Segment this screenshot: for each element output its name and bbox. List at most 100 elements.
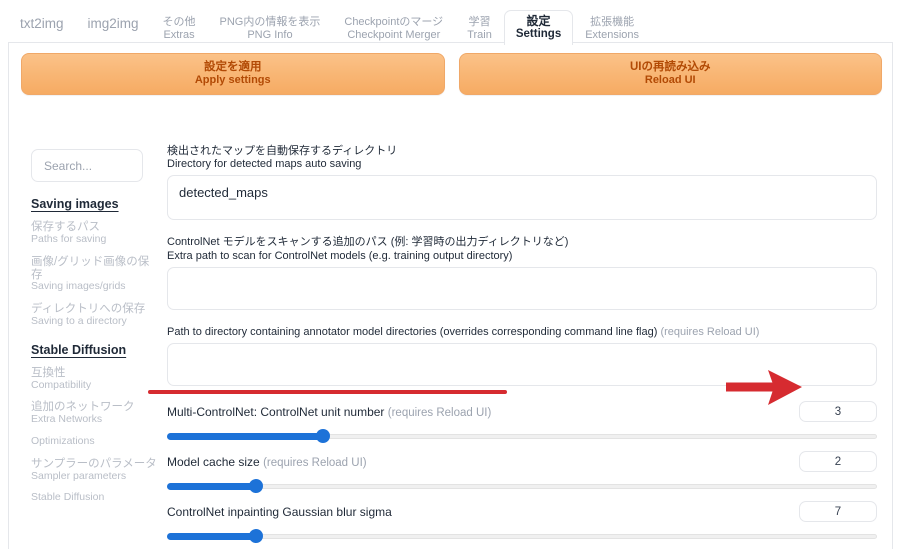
annotator-model-dir-label-note: (requires Reload UI) [660,326,759,338]
controlnet-inpainting-gaussian-blur-sigma-row: ControlNet inpainting Gaussian blur sigm… [167,502,877,543]
detected-maps-dir-field: 検出されたマップを自動保存するディレクトリDirectory for detec… [167,145,877,225]
tab-checkpoint-merger-label-en: Checkpoint Merger [344,29,443,41]
apply-settings-button-label-en: Apply settings [195,74,271,87]
multi-controlnet-unit-number-label: Multi-ControlNet: ControlNet unit number… [167,405,491,419]
tab-txt2img[interactable]: txt2img [8,2,76,45]
model-cache-size-value[interactable]: 2 [799,451,877,472]
tab-train-label-ja: 学習 [467,16,492,28]
reload-ui-button[interactable]: UIの再読み込みReload UI [459,53,883,95]
sidebar-item-paths-for-saving-label-en: Paths for saving [31,234,159,246]
reload-ui-button-label-ja: UIの再読み込み [630,61,711,75]
tab-extensions-label-ja: 拡張機能 [585,16,639,28]
multi-controlnet-unit-number-label-note: (requires Reload UI) [388,407,492,419]
tab-extensions[interactable]: 拡張機能Extensions [573,11,651,45]
tab-img2img[interactable]: img2img [76,2,151,45]
controlnet-inpainting-gaussian-blur-sigma-slider-fill [167,533,256,540]
detected-maps-dir-label-en-text: Directory for detected maps auto saving [167,158,361,170]
settings-page: txt2imgimg2imgその他ExtrasPNG内の情報を表示PNG Inf… [0,0,900,549]
tab-extras-label-ja: その他 [163,16,196,28]
sidebar-item-stable-diffusion[interactable]: Stable Diffusion [31,492,159,504]
annotator-model-dir-label-en: Path to directory containing annotator m… [167,326,877,339]
model-cache-size-slider-thumb[interactable] [249,479,263,493]
sidebar-item-saving-images-grids-label-ja: 画像/グリッド画像の保存 [31,256,159,282]
tab-txt2img-label-en: txt2img [20,16,64,31]
controlnet-inpainting-gaussian-blur-sigma-label-text: ControlNet inpainting Gaussian blur sigm… [167,505,392,519]
sidebar-item-compatibility-label-ja: 互換性 [31,367,159,380]
sidebar-item-optimizations[interactable]: Optimizations [31,436,159,448]
controlnet-inpainting-gaussian-blur-sigma-slider-thumb[interactable] [249,529,263,543]
tab-settings-label-en: Settings [516,28,561,41]
controlnet-extra-path-field: ControlNet モデルをスキャンする追加のパス (例: 学習時の出力ディレ… [167,236,877,314]
sidebar-item-saving-images-grids[interactable]: 画像/グリッド画像の保存Saving images/grids [31,256,159,294]
sidebar-item-saving-to-a-directory[interactable]: ディレクトリへの保存Saving to a directory [31,303,159,328]
annotation-red-underline [148,390,507,394]
controlnet-extra-path-textarea[interactable] [167,267,877,310]
tab-checkpoint-merger[interactable]: CheckpointのマージCheckpoint Merger [332,11,455,45]
tab-extensions-label-en: Extensions [585,29,639,41]
detected-maps-dir-label-ja: 検出されたマップを自動保存するディレクトリ [167,145,877,158]
multi-controlnet-unit-number-slider-fill [167,433,323,440]
sidebar-item-saving-to-a-directory-label-en: Saving to a directory [31,316,159,328]
apply-settings-button-label-ja: 設定を適用 [204,61,262,75]
controlnet-extra-path-label-ja: ControlNet モデルをスキャンする追加のパス (例: 学習時の出力ディレ… [167,236,877,249]
sidebar-item-paths-for-saving[interactable]: 保存するパスPaths for saving [31,221,159,246]
annotator-model-dir-label-en-text: Path to directory containing annotator m… [167,326,657,338]
controlnet-inpainting-gaussian-blur-sigma-value[interactable]: 7 [799,501,877,522]
tab-checkpoint-merger-label-ja: Checkpointのマージ [344,16,443,28]
multi-controlnet-unit-number-slider[interactable] [167,429,877,443]
controlnet-inpainting-gaussian-blur-sigma-label: ControlNet inpainting Gaussian blur sigm… [167,505,392,519]
search-input[interactable] [31,149,143,182]
tab-png-info[interactable]: PNG内の情報を表示PNG Info [208,11,333,45]
detected-maps-dir-label: 検出されたマップを自動保存するディレクトリDirectory for detec… [167,145,877,171]
settings-panel: 設定を適用Apply settings UIの再読み込みReload UI Sav… [8,42,893,549]
settings-action-bar: 設定を適用Apply settings UIの再読み込みReload UI [21,53,882,95]
sidebar-group-saving-images[interactable]: Saving images [31,197,159,211]
sidebar-item-optimizations-label-en: Optimizations [31,436,159,448]
model-cache-size-slider-rail [167,484,877,489]
model-cache-size-slider[interactable] [167,479,877,493]
multi-controlnet-unit-number-row: Multi-ControlNet: ControlNet unit number… [167,402,877,443]
settings-body: Saving images 保存するパスPaths for saving 画像/グリ… [9,139,892,549]
tab-train[interactable]: 学習Train [455,11,504,45]
model-cache-size-slider-fill [167,483,256,490]
reload-ui-button-label-en: Reload UI [645,74,696,87]
apply-settings-button[interactable]: 設定を適用Apply settings [21,53,445,95]
detected-maps-dir-label-en: Directory for detected maps auto saving [167,158,877,171]
detected-maps-dir-textarea[interactable] [167,175,877,220]
sidebar-item-sampler-parameters[interactable]: サンプラーのパラメータSampler parameters [31,458,159,483]
sidebar-item-extra-networks[interactable]: 追加のネットワークExtra Networks [31,401,159,426]
sidebar-item-compatibility[interactable]: 互換性Compatibility [31,367,159,392]
controlnet-inpainting-gaussian-blur-sigma-slider[interactable] [167,529,877,543]
tab-train-label-en: Train [467,29,492,41]
sidebar-item-extra-networks-label-en: Extra Networks [31,414,159,426]
multi-controlnet-unit-number-label-text: Multi-ControlNet: ControlNet unit number [167,405,384,419]
model-cache-size-label-text: Model cache size [167,455,260,469]
sidebar-item-paths-for-saving-label-ja: 保存するパス [31,221,159,234]
multi-controlnet-unit-number-value[interactable]: 3 [799,401,877,422]
annotation-red-arrow [724,368,806,408]
model-cache-size-row: Model cache size (requires Reload UI) 2 [167,452,877,493]
settings-main-column: 検出されたマップを自動保存するディレクトリDirectory for detec… [159,139,892,549]
tab-img2img-label-en: img2img [88,16,139,31]
tab-extras[interactable]: その他Extras [151,11,208,45]
settings-sidebar: Saving images 保存するパスPaths for saving 画像/グリ… [9,139,159,549]
main-tab-bar: txt2imgimg2imgその他ExtrasPNG内の情報を表示PNG Inf… [8,4,893,44]
sidebar-item-sampler-parameters-label-ja: サンプラーのパラメータ [31,458,159,471]
sidebar-item-compatibility-label-en: Compatibility [31,380,159,392]
model-cache-size-label: Model cache size (requires Reload UI) [167,455,367,469]
controlnet-inpainting-gaussian-blur-sigma-slider-rail [167,534,877,539]
sidebar-group-stable-diffusion[interactable]: Stable Diffusion [31,343,159,357]
sidebar-item-sampler-parameters-label-en: Sampler parameters [31,471,159,483]
model-cache-size-header: Model cache size (requires Reload UI) 2 [167,452,877,472]
tab-settings[interactable]: 設定Settings [504,10,573,45]
multi-controlnet-unit-number-slider-thumb[interactable] [316,429,330,443]
controlnet-inpainting-gaussian-blur-sigma-header: ControlNet inpainting Gaussian blur sigm… [167,502,877,522]
tab-png-info-label-en: PNG Info [220,29,321,41]
controlnet-extra-path-label: ControlNet モデルをスキャンする追加のパス (例: 学習時の出力ディレ… [167,236,877,262]
tab-extras-label-en: Extras [163,29,196,41]
tab-settings-label-ja: 設定 [516,15,561,28]
controlnet-extra-path-label-en: Extra path to scan for ControlNet models… [167,250,877,263]
model-cache-size-label-note: (requires Reload UI) [263,457,367,469]
sidebar-item-stable-diffusion-label-en: Stable Diffusion [31,492,159,504]
annotator-model-dir-label: Path to directory containing annotator m… [167,326,877,339]
